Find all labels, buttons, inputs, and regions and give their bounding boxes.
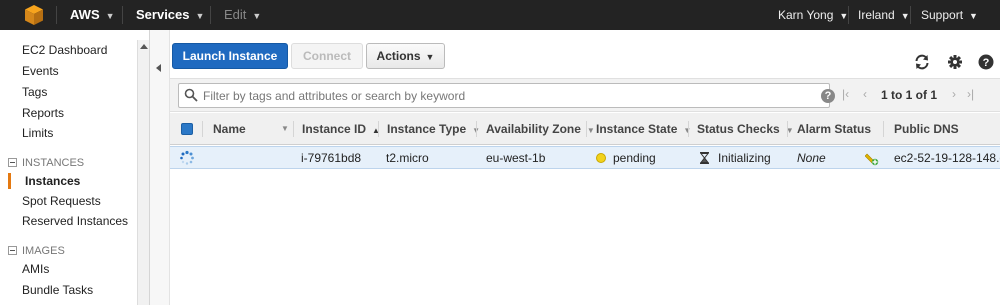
active-indicator [8, 173, 11, 189]
column-header-status-checks[interactable]: Status Checks ▼ [697, 113, 794, 145]
sidebar: EC2 Dashboard Events Tags Reports Limits… [0, 30, 150, 305]
column-header-name[interactable]: Name [213, 113, 246, 145]
cell-instance-type: t2.micro [386, 151, 429, 165]
cell-availability-zone: eu-west-1b [486, 151, 546, 165]
region-menu[interactable]: Ireland ▼ [858, 0, 910, 30]
svg-text:?: ? [983, 57, 990, 69]
search-icon [184, 88, 198, 102]
instance-state-text: pending [613, 151, 656, 165]
help-icon[interactable]: ? [977, 53, 995, 71]
pagination-text: 1 to 1 of 1 [881, 88, 938, 102]
chevron-down-icon: ▼ [195, 11, 205, 21]
column-header-availability-zone[interactable]: Availability Zone ▼ [486, 113, 595, 145]
status-checks-text: Initializing [718, 151, 771, 165]
edit-menu[interactable]: Edit ▼ [224, 0, 261, 30]
top-navigation-bar: AWS ▼ Services ▼ Edit ▼ Karn Yong ▼ Ireland ▼… [0, 0, 1000, 30]
sidebar-item-limits[interactable]: Limits [22, 126, 53, 140]
sidebar-item-ec2-dashboard[interactable]: EC2 Dashboard [22, 43, 107, 57]
chevron-down-icon: ▼ [425, 52, 435, 62]
filter-help-icon[interactable]: ? [821, 89, 835, 103]
sidebar-item-reserved-instances[interactable]: Reserved Instances [22, 214, 128, 228]
column-availability-zone-label: Availability Zone [486, 122, 581, 136]
hourglass-icon [699, 152, 710, 164]
cell-alarm-status: None [797, 147, 826, 169]
cell-public-dns: ec2-52-19-128-148.eu [894, 151, 1000, 165]
sidebar-scrollbar[interactable] [137, 40, 149, 305]
sidebar-item-events[interactable]: Events [22, 64, 59, 78]
edit-menu-label: Edit [224, 7, 247, 22]
filter-input[interactable] [203, 87, 803, 105]
scroll-up-arrow-icon[interactable] [140, 44, 148, 49]
column-instance-state-label: Instance State [596, 122, 678, 136]
name-sort-icon[interactable]: ▼ [281, 113, 289, 145]
refresh-icon[interactable] [913, 53, 931, 71]
sidebar-section-images-label: IMAGES [22, 245, 65, 257]
sidebar-item-spot-requests[interactable]: Spot Requests [22, 194, 101, 208]
sidebar-section-images[interactable]: IMAGES [8, 245, 65, 257]
cell-instance-state: pending [596, 147, 656, 169]
sidebar-item-amis[interactable]: AMIs [22, 262, 49, 276]
services-menu[interactable]: Services ▼ [136, 0, 204, 30]
column-header-instance-state[interactable]: Instance State▼ [596, 113, 691, 145]
column-instance-type-label: Instance Type [387, 122, 467, 136]
last-page-icon[interactable]: ›| [967, 87, 974, 101]
sidebar-item-tags[interactable]: Tags [22, 85, 47, 99]
table-header: Name ▼ Instance ID▲ Instance Type▼ Avail… [170, 113, 1000, 145]
create-alarm-icon[interactable] [865, 151, 881, 166]
chevron-down-icon: ▼ [900, 11, 910, 21]
services-menu-label: Services [136, 7, 190, 22]
sort-icon: ▼ [586, 126, 595, 135]
actions-button-label: Actions [376, 49, 421, 63]
column-status-checks-label: Status Checks [697, 122, 780, 136]
support-menu[interactable]: Support ▼ [921, 0, 978, 30]
prev-page-icon[interactable]: ‹ [863, 87, 867, 101]
chevron-down-icon: ▼ [105, 11, 115, 21]
filter-search-box[interactable]: ? [178, 83, 835, 108]
support-label: Support [921, 8, 964, 22]
select-all-checkbox[interactable] [181, 123, 193, 135]
collapse-arrow-icon[interactable] [156, 64, 161, 72]
sidebar-item-instances[interactable]: Instances [25, 174, 80, 188]
region-name: Ireland [858, 8, 895, 22]
column-header-alarm-status[interactable]: Alarm Status [797, 113, 871, 145]
table-row[interactable]: i-79761bd8 t2.micro eu-west-1b pending I… [170, 146, 1000, 169]
filter-bar: ? |‹ ‹ 1 to 1 of 1 › ›| [170, 78, 1000, 112]
user-name: Karn Yong [778, 8, 834, 22]
sidebar-item-bundle-tasks[interactable]: Bundle Tasks [22, 283, 93, 297]
user-menu[interactable]: Karn Yong ▼ [778, 0, 848, 30]
gear-icon[interactable] [946, 53, 964, 71]
collapse-section-icon [8, 158, 17, 167]
aws-menu[interactable]: AWS ▼ [70, 0, 115, 30]
next-page-icon[interactable]: › [952, 87, 956, 101]
cell-status-checks: Initializing [699, 147, 771, 169]
alarm-status-text: None [797, 151, 826, 165]
chevron-down-icon: ▼ [839, 11, 849, 21]
column-name-label: Name [213, 122, 246, 136]
aws-cube-logo-icon[interactable] [24, 4, 44, 26]
launch-instance-button[interactable]: Launch Instance [172, 43, 288, 69]
pending-status-icon [596, 153, 606, 163]
sidebar-item-reports[interactable]: Reports [22, 106, 64, 120]
cell-instance-id: i-79761bd8 [301, 151, 362, 165]
connect-button[interactable]: Connect [291, 43, 363, 69]
column-header-instance-type[interactable]: Instance Type▼ [387, 113, 480, 145]
column-public-dns-label: Public DNS [894, 122, 959, 136]
chevron-down-icon: ▼ [252, 11, 262, 21]
chevron-down-icon: ▼ [969, 11, 978, 21]
sidebar-section-instances[interactable]: INSTANCES [8, 157, 84, 169]
first-page-icon[interactable]: |‹ [842, 87, 849, 101]
column-header-public-dns[interactable]: Public DNS [894, 113, 959, 145]
loading-spinner-icon [180, 150, 194, 165]
aws-menu-label: AWS [70, 7, 100, 22]
column-header-instance-id[interactable]: Instance ID ▲ [302, 113, 380, 145]
actions-button[interactable]: Actions ▼ [366, 43, 445, 69]
column-instance-id-label: Instance ID [302, 122, 367, 136]
collapse-section-icon [8, 246, 17, 255]
column-alarm-status-label: Alarm Status [797, 122, 872, 136]
sidebar-collapse-bar[interactable] [150, 30, 170, 305]
sidebar-section-instances-label: INSTANCES [22, 157, 85, 169]
